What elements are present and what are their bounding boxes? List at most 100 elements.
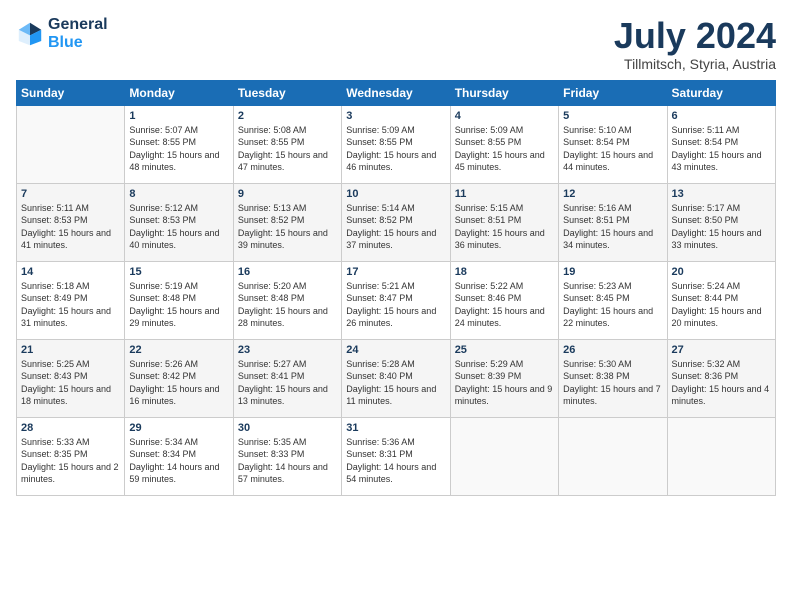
cell-content: Sunrise: 5:32 AM Sunset: 8:36 PM Dayligh… xyxy=(672,358,771,408)
daylight-text: Daylight: 14 hours and 54 minutes. xyxy=(346,461,445,486)
day-number: 6 xyxy=(672,110,771,122)
sunrise-text: Sunrise: 5:13 AM xyxy=(238,202,337,215)
cell-content: Sunrise: 5:09 AM Sunset: 8:55 PM Dayligh… xyxy=(455,124,554,174)
sunrise-text: Sunrise: 5:34 AM xyxy=(129,436,228,449)
day-number: 22 xyxy=(129,344,228,356)
day-number: 28 xyxy=(21,422,120,434)
cell-content: Sunrise: 5:24 AM Sunset: 8:44 PM Dayligh… xyxy=(672,280,771,330)
sunrise-text: Sunrise: 5:10 AM xyxy=(563,124,662,137)
sunrise-text: Sunrise: 5:29 AM xyxy=(455,358,554,371)
cell-content: Sunrise: 5:10 AM Sunset: 8:54 PM Dayligh… xyxy=(563,124,662,174)
sunset-text: Sunset: 8:50 PM xyxy=(672,214,771,227)
sunset-text: Sunset: 8:55 PM xyxy=(455,136,554,149)
day-number: 21 xyxy=(21,344,120,356)
cell-content: Sunrise: 5:36 AM Sunset: 8:31 PM Dayligh… xyxy=(346,436,445,486)
calendar-cell: 13 Sunrise: 5:17 AM Sunset: 8:50 PM Dayl… xyxy=(667,183,775,261)
calendar-cell: 22 Sunrise: 5:26 AM Sunset: 8:42 PM Dayl… xyxy=(125,339,233,417)
week-row-3: 14 Sunrise: 5:18 AM Sunset: 8:49 PM Dayl… xyxy=(17,261,776,339)
sunset-text: Sunset: 8:49 PM xyxy=(21,292,120,305)
day-number: 2 xyxy=(238,110,337,122)
sunrise-text: Sunrise: 5:11 AM xyxy=(21,202,120,215)
cell-content: Sunrise: 5:27 AM Sunset: 8:41 PM Dayligh… xyxy=(238,358,337,408)
calendar-cell: 28 Sunrise: 5:33 AM Sunset: 8:35 PM Dayl… xyxy=(17,417,125,495)
week-row-4: 21 Sunrise: 5:25 AM Sunset: 8:43 PM Dayl… xyxy=(17,339,776,417)
calendar-cell: 26 Sunrise: 5:30 AM Sunset: 8:38 PM Dayl… xyxy=(559,339,667,417)
calendar-cell: 23 Sunrise: 5:27 AM Sunset: 8:41 PM Dayl… xyxy=(233,339,341,417)
day-number: 27 xyxy=(672,344,771,356)
calendar-cell: 4 Sunrise: 5:09 AM Sunset: 8:55 PM Dayli… xyxy=(450,105,558,183)
calendar-cell xyxy=(17,105,125,183)
calendar-cell: 24 Sunrise: 5:28 AM Sunset: 8:40 PM Dayl… xyxy=(342,339,450,417)
daylight-text: Daylight: 15 hours and 18 minutes. xyxy=(21,383,120,408)
sunrise-text: Sunrise: 5:12 AM xyxy=(129,202,228,215)
cell-content: Sunrise: 5:19 AM Sunset: 8:48 PM Dayligh… xyxy=(129,280,228,330)
sunset-text: Sunset: 8:46 PM xyxy=(455,292,554,305)
sunset-text: Sunset: 8:41 PM xyxy=(238,370,337,383)
calendar-cell: 11 Sunrise: 5:15 AM Sunset: 8:51 PM Dayl… xyxy=(450,183,558,261)
sunrise-text: Sunrise: 5:18 AM xyxy=(21,280,120,293)
cell-content: Sunrise: 5:28 AM Sunset: 8:40 PM Dayligh… xyxy=(346,358,445,408)
daylight-text: Daylight: 15 hours and 43 minutes. xyxy=(672,149,771,174)
title-area: July 2024 Tillmitsch, Styria, Austria xyxy=(614,16,776,72)
calendar-cell: 18 Sunrise: 5:22 AM Sunset: 8:46 PM Dayl… xyxy=(450,261,558,339)
calendar-cell: 30 Sunrise: 5:35 AM Sunset: 8:33 PM Dayl… xyxy=(233,417,341,495)
sunset-text: Sunset: 8:53 PM xyxy=(21,214,120,227)
sunset-text: Sunset: 8:44 PM xyxy=(672,292,771,305)
daylight-text: Daylight: 15 hours and 48 minutes. xyxy=(129,149,228,174)
sunrise-text: Sunrise: 5:15 AM xyxy=(455,202,554,215)
logo: General Blue xyxy=(16,16,108,52)
sunset-text: Sunset: 8:40 PM xyxy=(346,370,445,383)
sunset-text: Sunset: 8:35 PM xyxy=(21,448,120,461)
sunrise-text: Sunrise: 5:08 AM xyxy=(238,124,337,137)
daylight-text: Daylight: 15 hours and 31 minutes. xyxy=(21,305,120,330)
sunset-text: Sunset: 8:54 PM xyxy=(672,136,771,149)
day-number: 14 xyxy=(21,266,120,278)
calendar-cell: 21 Sunrise: 5:25 AM Sunset: 8:43 PM Dayl… xyxy=(17,339,125,417)
calendar-cell: 6 Sunrise: 5:11 AM Sunset: 8:54 PM Dayli… xyxy=(667,105,775,183)
cell-content: Sunrise: 5:20 AM Sunset: 8:48 PM Dayligh… xyxy=(238,280,337,330)
cell-content: Sunrise: 5:07 AM Sunset: 8:55 PM Dayligh… xyxy=(129,124,228,174)
cell-content: Sunrise: 5:11 AM Sunset: 8:54 PM Dayligh… xyxy=(672,124,771,174)
calendar-cell: 3 Sunrise: 5:09 AM Sunset: 8:55 PM Dayli… xyxy=(342,105,450,183)
cell-content: Sunrise: 5:30 AM Sunset: 8:38 PM Dayligh… xyxy=(563,358,662,408)
day-number: 15 xyxy=(129,266,228,278)
daylight-text: Daylight: 15 hours and 29 minutes. xyxy=(129,305,228,330)
calendar-cell: 1 Sunrise: 5:07 AM Sunset: 8:55 PM Dayli… xyxy=(125,105,233,183)
calendar-cell: 2 Sunrise: 5:08 AM Sunset: 8:55 PM Dayli… xyxy=(233,105,341,183)
day-number: 11 xyxy=(455,188,554,200)
sunrise-text: Sunrise: 5:22 AM xyxy=(455,280,554,293)
cell-content: Sunrise: 5:29 AM Sunset: 8:39 PM Dayligh… xyxy=(455,358,554,408)
daylight-text: Daylight: 15 hours and 47 minutes. xyxy=(238,149,337,174)
daylight-text: Daylight: 15 hours and 24 minutes. xyxy=(455,305,554,330)
day-number: 24 xyxy=(346,344,445,356)
sunrise-text: Sunrise: 5:23 AM xyxy=(563,280,662,293)
calendar-cell: 19 Sunrise: 5:23 AM Sunset: 8:45 PM Dayl… xyxy=(559,261,667,339)
calendar-cell: 9 Sunrise: 5:13 AM Sunset: 8:52 PM Dayli… xyxy=(233,183,341,261)
daylight-text: Daylight: 15 hours and 39 minutes. xyxy=(238,227,337,252)
sunrise-text: Sunrise: 5:26 AM xyxy=(129,358,228,371)
cell-content: Sunrise: 5:22 AM Sunset: 8:46 PM Dayligh… xyxy=(455,280,554,330)
weekday-header-tuesday: Tuesday xyxy=(233,80,341,105)
daylight-text: Daylight: 15 hours and 16 minutes. xyxy=(129,383,228,408)
calendar-cell xyxy=(559,417,667,495)
day-number: 4 xyxy=(455,110,554,122)
location-subtitle: Tillmitsch, Styria, Austria xyxy=(614,56,776,72)
daylight-text: Daylight: 15 hours and 34 minutes. xyxy=(563,227,662,252)
calendar-cell: 25 Sunrise: 5:29 AM Sunset: 8:39 PM Dayl… xyxy=(450,339,558,417)
cell-content: Sunrise: 5:34 AM Sunset: 8:34 PM Dayligh… xyxy=(129,436,228,486)
sunrise-text: Sunrise: 5:36 AM xyxy=(346,436,445,449)
cell-content: Sunrise: 5:25 AM Sunset: 8:43 PM Dayligh… xyxy=(21,358,120,408)
sunrise-text: Sunrise: 5:24 AM xyxy=(672,280,771,293)
sunset-text: Sunset: 8:51 PM xyxy=(455,214,554,227)
cell-content: Sunrise: 5:23 AM Sunset: 8:45 PM Dayligh… xyxy=(563,280,662,330)
sunrise-text: Sunrise: 5:09 AM xyxy=(455,124,554,137)
cell-content: Sunrise: 5:26 AM Sunset: 8:42 PM Dayligh… xyxy=(129,358,228,408)
sunrise-text: Sunrise: 5:11 AM xyxy=(672,124,771,137)
sunset-text: Sunset: 8:47 PM xyxy=(346,292,445,305)
sunrise-text: Sunrise: 5:17 AM xyxy=(672,202,771,215)
daylight-text: Daylight: 15 hours and 13 minutes. xyxy=(238,383,337,408)
weekday-header-monday: Monday xyxy=(125,80,233,105)
sunset-text: Sunset: 8:34 PM xyxy=(129,448,228,461)
sunset-text: Sunset: 8:53 PM xyxy=(129,214,228,227)
sunset-text: Sunset: 8:38 PM xyxy=(563,370,662,383)
